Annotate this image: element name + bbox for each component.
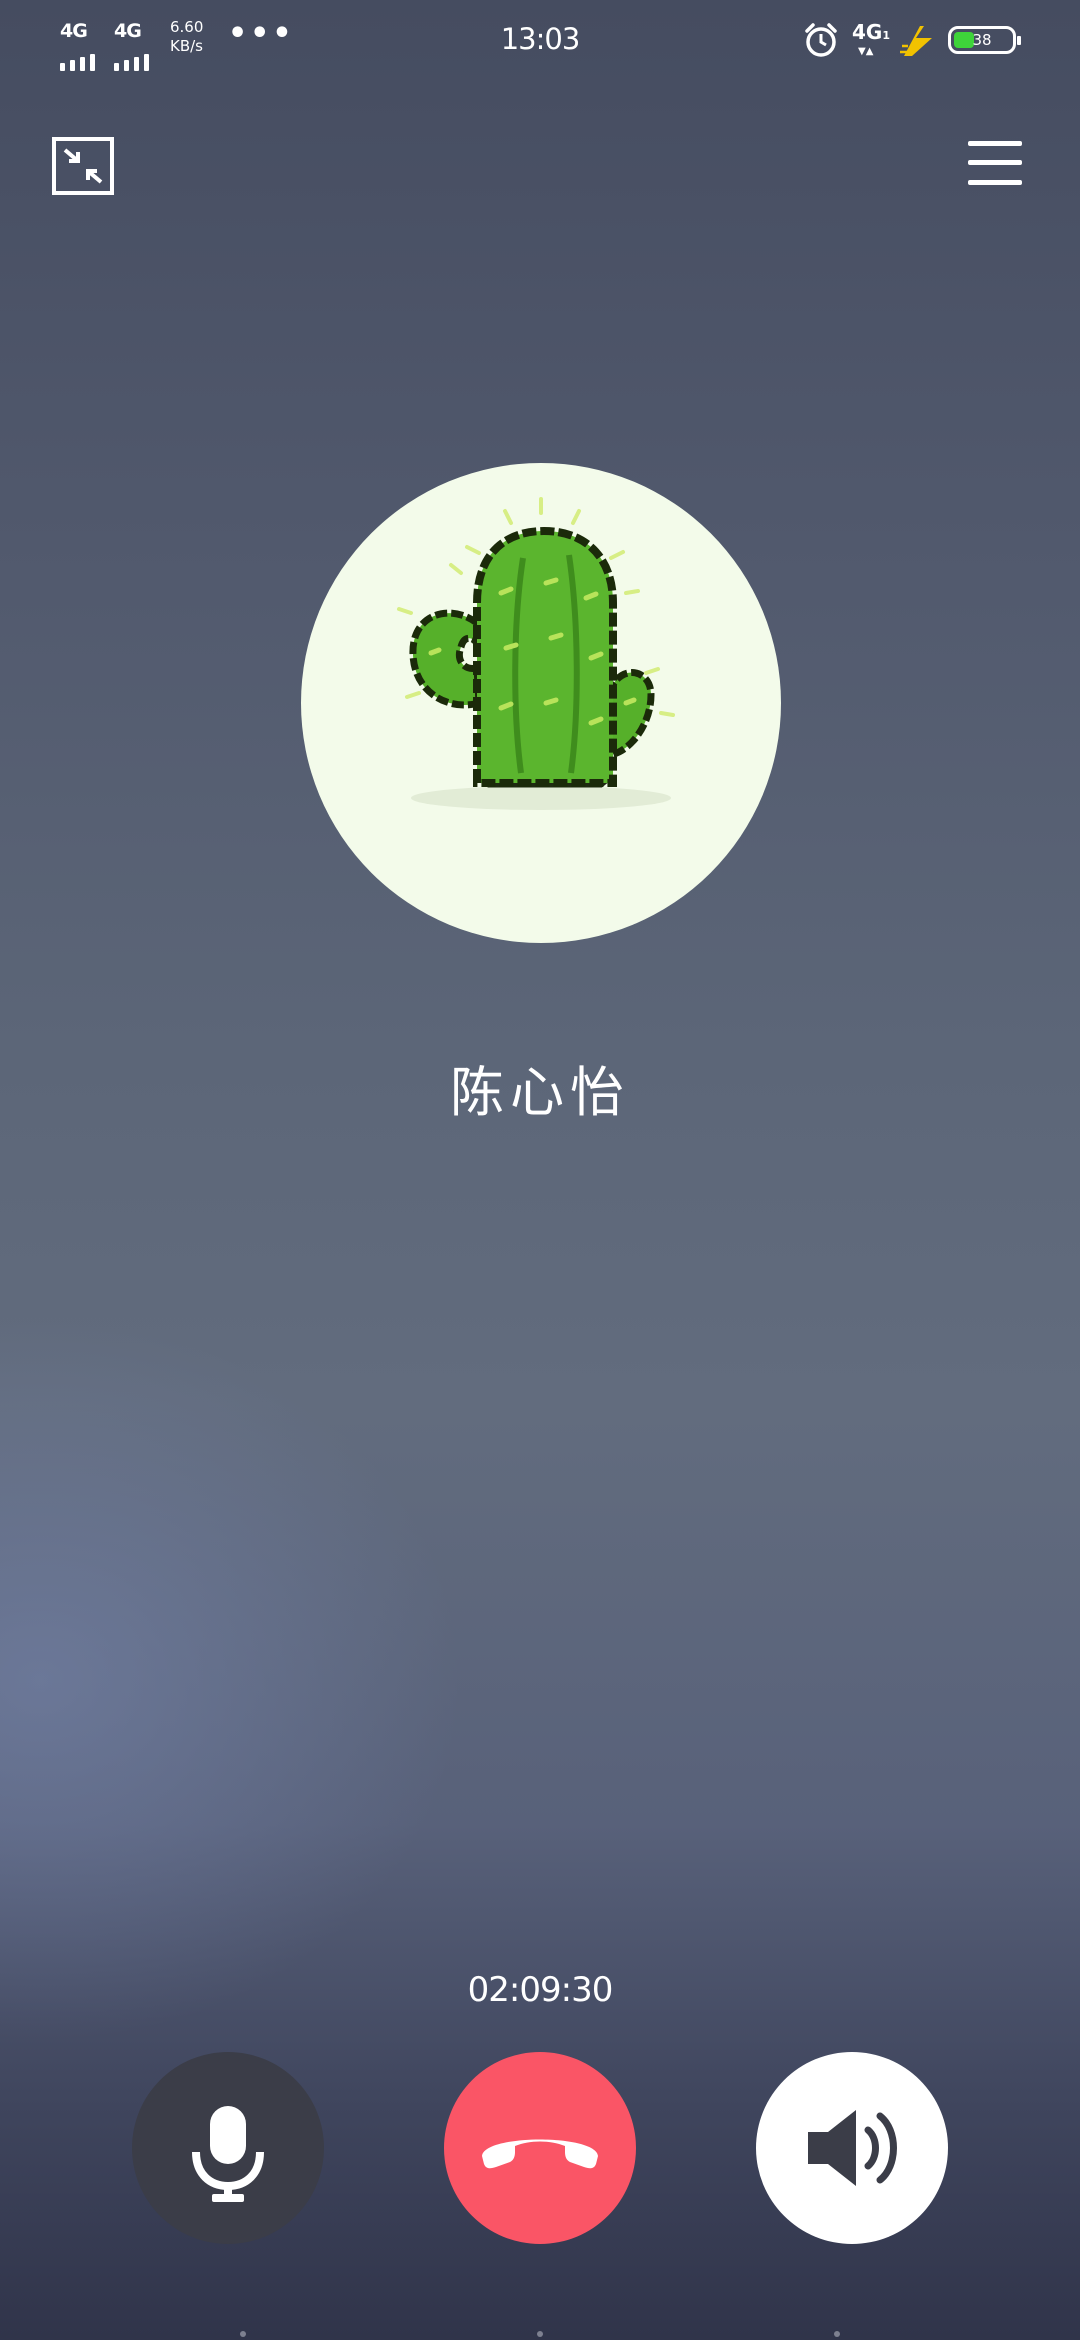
- speaker-icon: [808, 2110, 897, 2186]
- phone-hangup-icon: [482, 2139, 598, 2169]
- right-network-label: 4G1: [852, 20, 890, 44]
- call-duration: 02:09:30: [467, 1970, 614, 2010]
- minimize-window-icon: [63, 148, 103, 184]
- microphone-icon: [192, 2106, 264, 2202]
- nav-indicator-dot: [834, 2331, 840, 2337]
- nav-indicator-dot: [537, 2331, 543, 2337]
- hang-up-button[interactable]: [444, 2052, 636, 2244]
- nav-indicator-dot: [240, 2331, 246, 2337]
- caller-avatar: [301, 463, 781, 943]
- charging-bolt-icon: [900, 26, 932, 56]
- cactus-avatar: [397, 497, 675, 810]
- minimize-window-button[interactable]: [52, 137, 114, 195]
- menu-button[interactable]: [968, 138, 1022, 188]
- battery-level: 38: [972, 31, 992, 49]
- mute-button[interactable]: [132, 2052, 324, 2244]
- alarm-icon: [805, 23, 837, 57]
- data-activity-icon: ▼▲: [858, 46, 874, 57]
- caller-name: 陈心怡: [450, 1061, 630, 1124]
- battery-icon: 38: [948, 26, 1021, 54]
- speaker-button[interactable]: [756, 2052, 948, 2244]
- status-bar: 4G 4G 6.60 KB/s ••• 13:03 4G1 ▼▲ 38: [0, 0, 1080, 80]
